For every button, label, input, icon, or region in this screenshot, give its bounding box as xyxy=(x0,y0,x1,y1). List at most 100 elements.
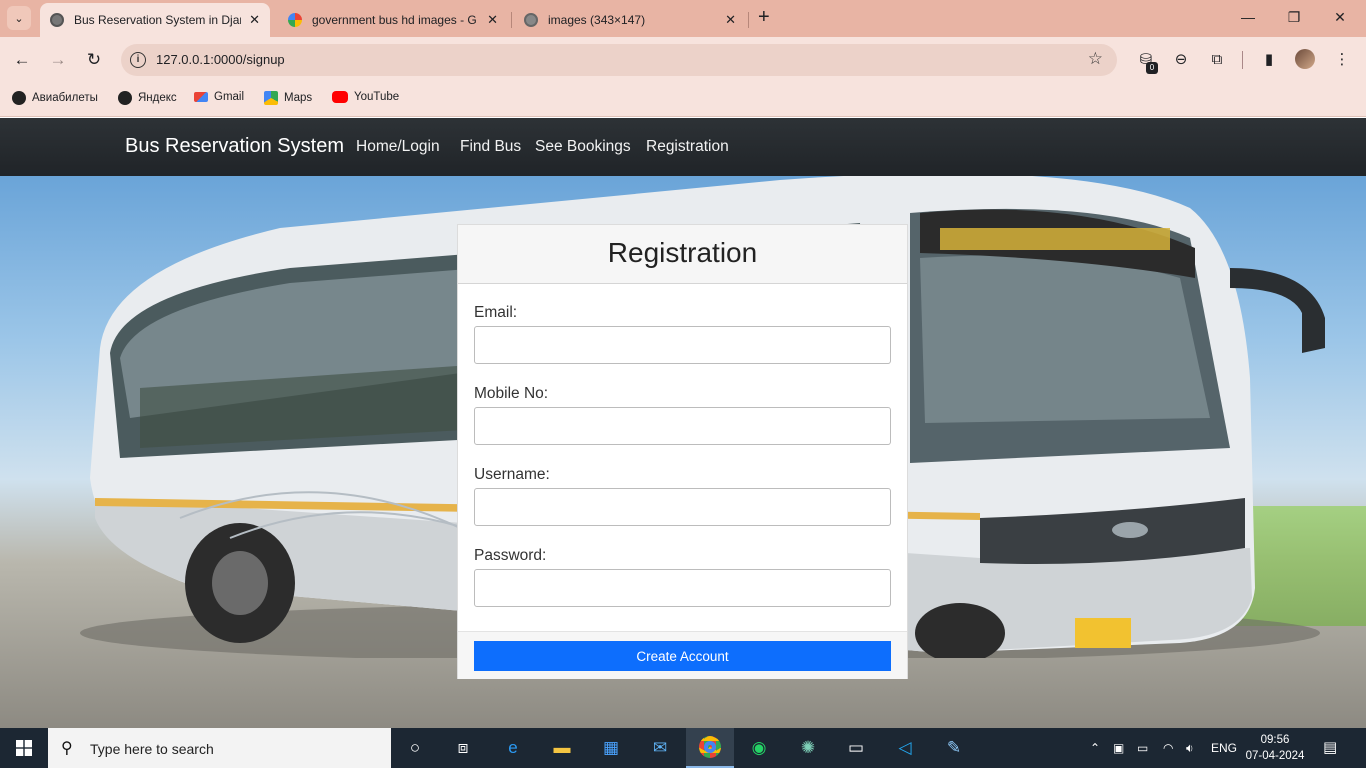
bookmarks-bar: Авиабилеты Яндекс Gmail Maps YouTube xyxy=(0,83,1366,117)
translate-extension-icon[interactable]: ⊖ xyxy=(1170,49,1192,71)
chatgpt-icon[interactable]: ✺ xyxy=(784,728,832,768)
notifications-icon[interactable]: ▤ xyxy=(1323,738,1337,756)
youtube-icon xyxy=(332,91,348,103)
tab-title: images (343×147) xyxy=(548,13,646,27)
travel-icon xyxy=(12,91,26,105)
site-navbar: Bus Reservation System Home/Login Find B… xyxy=(0,118,1366,176)
search-icon: ⚲ xyxy=(61,740,73,757)
browser-toolbar: ← → ↻ i 127.0.0.1:0000/signup ☆ ⛁ 0 ⊖ ⧉ … xyxy=(0,37,1366,83)
extension-badge: 0 xyxy=(1146,62,1158,74)
reload-icon[interactable]: ↻ xyxy=(82,49,106,71)
email-label: Email: xyxy=(474,304,518,321)
wifi-icon[interactable]: ◠ xyxy=(1163,741,1173,755)
menu-kebab-icon[interactable]: ⋮ xyxy=(1331,49,1353,71)
bookmark-label: Gmail xyxy=(214,91,245,103)
clock-time: 09:56 xyxy=(1260,734,1290,746)
close-tab-icon[interactable]: ✕ xyxy=(725,12,736,28)
url-text[interactable]: 127.0.0.1:0000/signup xyxy=(156,52,285,67)
windows-start-icon[interactable] xyxy=(0,728,48,768)
username-label: Username: xyxy=(474,466,550,483)
bookmark-aviabilety[interactable]: Авиабилеты xyxy=(12,91,98,105)
window-close-icon[interactable]: ✕ xyxy=(1317,6,1363,28)
tab-divider xyxy=(511,12,512,28)
toolbar-divider xyxy=(1242,51,1243,69)
microsoft-store-icon[interactable]: ▦ xyxy=(587,728,635,768)
close-tab-icon[interactable]: ✕ xyxy=(249,12,260,28)
terminal-icon[interactable]: ▭ xyxy=(832,728,880,768)
minimize-icon[interactable]: — xyxy=(1225,6,1271,28)
card-body: Email: Mobile No: Username: Password: xyxy=(458,284,907,631)
paint-icon[interactable]: ✎ xyxy=(930,728,978,768)
web-page: Bus Reservation System Home/Login Find B… xyxy=(0,118,1366,728)
language-indicator[interactable]: ENG xyxy=(1211,741,1237,755)
nav-link-see-bookings[interactable]: See Bookings xyxy=(535,138,631,156)
yandex-icon xyxy=(118,91,132,105)
profile-avatar[interactable] xyxy=(1295,49,1315,69)
restore-icon[interactable]: ❐ xyxy=(1271,6,1317,28)
password-field-group: Password: xyxy=(474,547,891,607)
tray-chevron-up-icon[interactable]: ⌃ xyxy=(1090,741,1100,755)
card-footer: Create Account xyxy=(458,631,907,679)
bookmark-gmail[interactable]: Gmail xyxy=(194,91,244,103)
address-bar[interactable]: i 127.0.0.1:0000/signup ☆ xyxy=(121,44,1117,76)
tab-bus-reservation[interactable]: Bus Reservation System in Djan ✕ xyxy=(40,3,270,37)
cortana-icon[interactable]: ○ xyxy=(391,728,439,768)
password-label: Password: xyxy=(474,547,547,564)
bookmark-youtube[interactable]: YouTube xyxy=(332,91,399,103)
nav-link-registration[interactable]: Registration xyxy=(646,138,729,156)
browser-tab-strip: ⌄ Bus Reservation System in Djan ✕ gover… xyxy=(0,0,1366,37)
search-placeholder: Type here to search xyxy=(90,741,214,757)
bookmark-label: Авиабилеты xyxy=(32,92,98,104)
site-info-icon[interactable]: i xyxy=(130,52,146,68)
edge-icon[interactable]: e xyxy=(489,728,537,768)
system-clock[interactable]: 09:56 07-04-2024 xyxy=(1244,732,1306,764)
task-view-icon[interactable]: ⧈ xyxy=(439,728,487,768)
vscode-icon[interactable]: ◁ xyxy=(881,728,929,768)
email-input[interactable] xyxy=(474,326,891,364)
maps-icon xyxy=(264,91,278,105)
globe-icon xyxy=(524,13,538,27)
puzzle-extensions-icon[interactable]: ⧉ xyxy=(1206,49,1228,71)
username-field-group: Username: xyxy=(474,466,891,526)
bookmark-star-icon[interactable]: ☆ xyxy=(1088,49,1103,69)
tray-device-icon[interactable]: ▣ xyxy=(1113,741,1124,755)
back-arrow-icon[interactable]: ← xyxy=(10,49,34,71)
whatsapp-icon[interactable]: ◉ xyxy=(735,728,783,768)
mail-icon[interactable]: ✉ xyxy=(636,728,684,768)
file-explorer-icon[interactable]: ▬ xyxy=(538,728,586,768)
create-account-button[interactable]: Create Account xyxy=(474,641,891,671)
taskbar-search-box[interactable]: ⚲ Type here to search xyxy=(48,728,391,768)
bookmark-label: Maps xyxy=(284,92,313,104)
tab-title: Bus Reservation System in Djan xyxy=(74,13,242,27)
nav-link-find-bus[interactable]: Find Bus xyxy=(460,138,521,156)
navbar-brand[interactable]: Bus Reservation System xyxy=(125,135,344,158)
forward-arrow-icon[interactable]: → xyxy=(46,49,70,71)
password-input[interactable] xyxy=(474,569,891,607)
bookmark-label: Яндекс xyxy=(138,92,177,104)
tab-divider xyxy=(748,12,749,28)
bookmark-label: YouTube xyxy=(354,91,400,103)
bookmark-maps[interactable]: Maps xyxy=(264,91,312,105)
mobile-field-group: Mobile No: xyxy=(474,385,891,445)
mobile-input[interactable] xyxy=(474,407,891,445)
card-header: Registration xyxy=(458,225,907,284)
tab-government-bus-images[interactable]: government bus hd images - G ✕ xyxy=(278,3,508,37)
google-icon xyxy=(288,13,302,27)
close-tab-icon[interactable]: ✕ xyxy=(487,12,498,28)
side-panel-icon[interactable]: ▮ xyxy=(1258,49,1280,71)
username-input[interactable] xyxy=(474,488,891,526)
bookmark-yandex[interactable]: Яндекс xyxy=(118,91,177,105)
nav-link-home-login[interactable]: Home/Login xyxy=(356,138,440,156)
chrome-icon[interactable] xyxy=(686,728,734,768)
tab-search-chevron-icon[interactable]: ⌄ xyxy=(7,6,31,30)
globe-icon xyxy=(50,13,64,27)
windows-taskbar: ⚲ Type here to search ○ ⧈ e ▬ ▦ ✉ ◉ ✺ ▭ … xyxy=(0,728,1366,768)
tab-images[interactable]: images (343×147) ✕ xyxy=(514,3,746,37)
gmail-icon xyxy=(194,92,208,102)
battery-icon[interactable]: ▭ xyxy=(1137,741,1148,755)
new-tab-icon[interactable]: + xyxy=(758,6,770,28)
email-field-group: Email: xyxy=(474,304,891,364)
form-title: Registration xyxy=(607,237,758,268)
volume-icon[interactable]: 🔉︎ xyxy=(1186,741,1194,756)
tab-title: government bus hd images - G xyxy=(312,13,477,27)
